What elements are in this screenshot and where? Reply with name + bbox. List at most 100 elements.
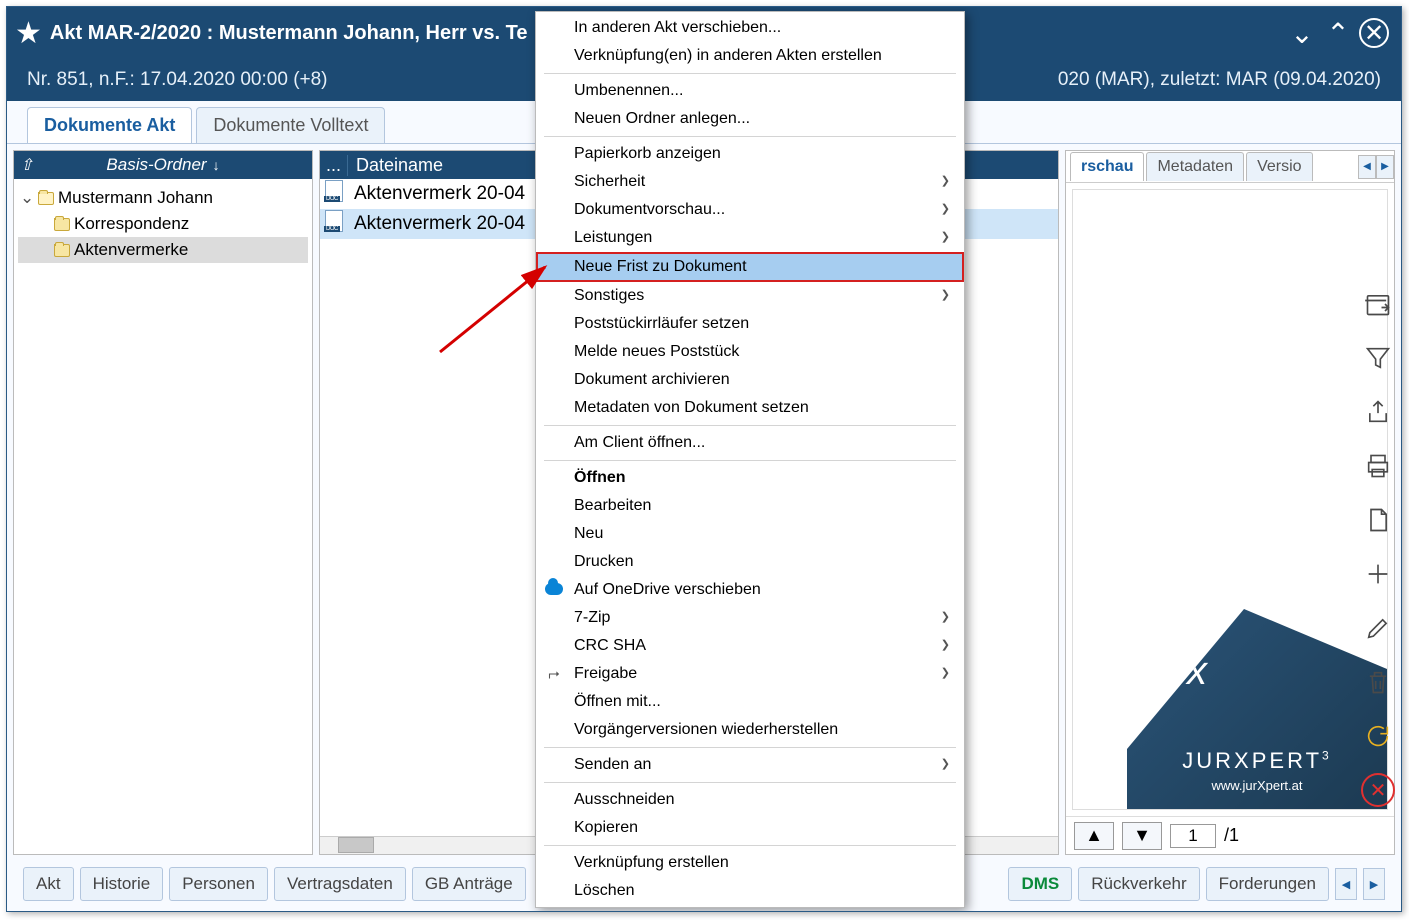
onedrive-icon — [545, 583, 563, 595]
ctx-new[interactable]: Neu — [536, 520, 964, 548]
document-preview: x JURXPERT3 www.jurXpert.at — [1072, 189, 1388, 810]
separator — [544, 136, 956, 137]
ctx-sonstiges[interactable]: Sonstiges — [536, 282, 964, 310]
tree-item-aktenvermerke[interactable]: Aktenvermerke — [18, 237, 308, 263]
ctx-cut[interactable]: Ausschneiden — [536, 786, 964, 814]
tree-item-korrespondenz[interactable]: Korrespondenz — [18, 211, 308, 237]
ctx-security[interactable]: Sicherheit — [536, 168, 964, 196]
btabs-scroll-left[interactable]: ◀ — [1335, 868, 1357, 900]
logo-url: www.jurXpert.at — [1211, 778, 1302, 793]
ctx-create-links[interactable]: Verknüpfung(en) in anderen Akten erstell… — [536, 42, 964, 70]
separator — [544, 460, 956, 461]
last-modified-info: 020 (MAR), zuletzt: MAR (09.04.2020) — [1058, 69, 1381, 91]
ctx-new-folder[interactable]: Neuen Ordner anlegen... — [536, 105, 964, 133]
right-toolbar: ✕ — [1361, 287, 1395, 807]
tree-root-label: Mustermann Johann — [58, 188, 213, 208]
tree-item-label: Aktenvermerke — [74, 240, 188, 260]
ctx-send-to[interactable]: Senden an — [536, 751, 964, 779]
scrollbar-thumb[interactable] — [338, 837, 374, 853]
tab-metadaten[interactable]: Metadaten — [1146, 152, 1244, 181]
collapse-icon[interactable]: ⌄ — [20, 188, 34, 208]
cancel-button[interactable]: ✕ — [1361, 773, 1395, 807]
calendar-export-icon[interactable] — [1361, 287, 1395, 321]
doc-icon — [325, 180, 343, 202]
ctx-freigabe-label: Freigabe — [574, 665, 637, 682]
favorite-star-icon[interactable]: ★ — [15, 16, 42, 51]
dropdown-arrow-icon[interactable]: ↓ — [213, 157, 220, 173]
chevron-down-icon[interactable]: ⌄ — [1287, 18, 1317, 48]
ctx-move-to-onedrive[interactable]: Auf OneDrive verschieben — [536, 576, 964, 604]
column-head-icon[interactable]: ... — [320, 155, 348, 176]
tab-vorschau[interactable]: rschau — [1070, 152, 1144, 181]
ctx-7zip[interactable]: 7-Zip — [536, 604, 964, 632]
tab-dokumente-akt[interactable]: Dokumente Akt — [27, 107, 192, 143]
ctx-archive-document[interactable]: Dokument archivieren — [536, 366, 964, 394]
ctx-edit[interactable]: Bearbeiten — [536, 492, 964, 520]
folder-path-header[interactable]: ⇧ Basis-Ordner ↓ — [14, 151, 312, 179]
filter-icon[interactable] — [1361, 341, 1395, 375]
pager-next-button[interactable]: ▼ — [1122, 822, 1162, 850]
folder-icon — [38, 192, 54, 205]
ctx-print[interactable]: Drucken — [536, 548, 964, 576]
column-head-dateiname[interactable]: Dateiname — [348, 155, 443, 176]
ctx-doc-preview[interactable]: Dokumentvorschau... — [536, 196, 964, 224]
ctx-copy[interactable]: Kopieren — [536, 814, 964, 842]
pager-total-label: /1 — [1224, 825, 1239, 846]
btab-forderungen[interactable]: Forderungen — [1206, 867, 1329, 901]
ctx-rename[interactable]: Umbenennen... — [536, 77, 964, 105]
separator — [544, 845, 956, 846]
print-icon[interactable] — [1361, 449, 1395, 483]
btab-akt[interactable]: Akt — [23, 867, 74, 901]
btab-historie[interactable]: Historie — [80, 867, 164, 901]
tab-dokumente-volltext[interactable]: Dokumente Volltext — [196, 107, 385, 143]
separator — [544, 73, 956, 74]
file-name-cell: Aktenvermerk 20-04 — [348, 183, 525, 205]
ctx-neue-frist[interactable]: Neue Frist zu Dokument — [536, 252, 964, 282]
ctx-open[interactable]: Öffnen — [536, 464, 964, 492]
doc-icon — [325, 210, 343, 232]
close-window-button[interactable]: ✕ — [1359, 18, 1389, 48]
ctx-melde-poststuck[interactable]: Melde neues Poststück — [536, 338, 964, 366]
btab-gb-antraege[interactable]: GB Anträge — [412, 867, 526, 901]
ctx-set-metadata[interactable]: Metadaten von Dokument setzen — [536, 394, 964, 422]
refresh-icon[interactable] — [1361, 719, 1395, 753]
chevron-up-icon[interactable]: ⌃ — [1323, 18, 1353, 48]
trash-icon[interactable] — [1361, 665, 1395, 699]
tabs-scroll-left-button[interactable]: ◀ — [1358, 155, 1376, 179]
tabs-scroll-right-button[interactable]: ▶ — [1376, 155, 1394, 179]
share-icon: ⮣ — [544, 663, 564, 683]
share-icon[interactable] — [1361, 395, 1395, 429]
folder-tree-panel: ⇧ Basis-Ordner ↓ ⌄ Mustermann Johann Kor… — [13, 150, 313, 855]
separator — [544, 782, 956, 783]
btab-personen[interactable]: Personen — [169, 867, 268, 901]
pager-page-input[interactable] — [1170, 824, 1216, 848]
ctx-open-on-client[interactable]: Am Client öffnen... — [536, 429, 964, 457]
ctx-leistungen[interactable]: Leistungen — [536, 224, 964, 252]
ctx-restore-versions[interactable]: Vorgängerversionen wiederherstellen — [536, 716, 964, 744]
btab-ruckverkehr[interactable]: Rückverkehr — [1078, 867, 1199, 901]
context-menu: In anderen Akt verschieben... Verknüpfun… — [535, 11, 965, 908]
ctx-freigabe[interactable]: ⮣ Freigabe — [536, 660, 964, 688]
separator — [544, 425, 956, 426]
ctx-move-to-other-case[interactable]: In anderen Akt verschieben... — [536, 14, 964, 42]
ctx-create-shortcut[interactable]: Verknüpfung erstellen — [536, 849, 964, 877]
ctx-open-with[interactable]: Öffnen mit... — [536, 688, 964, 716]
ctx-recycle-bin[interactable]: Papierkorb anzeigen — [536, 140, 964, 168]
preview-tabs: rschau Metadaten Versio ◀ ▶ — [1066, 151, 1394, 183]
btabs-scroll-right[interactable]: ▶ — [1363, 868, 1385, 900]
nav-up-icon[interactable]: ⇧ — [20, 155, 33, 175]
tree-item-label: Korrespondenz — [74, 214, 189, 234]
ctx-delete[interactable]: Löschen — [536, 877, 964, 905]
ctx-poststuck-irrlauf[interactable]: Poststückirrläufer setzen — [536, 310, 964, 338]
tree-root-item[interactable]: ⌄ Mustermann Johann — [18, 185, 308, 211]
btab-dms[interactable]: DMS — [1008, 867, 1072, 901]
logo-sup: 3 — [1322, 749, 1332, 763]
add-icon[interactable] — [1361, 557, 1395, 591]
preview-pager: ▲ ▼ /1 — [1066, 816, 1394, 854]
btab-vertragsdaten[interactable]: Vertragsdaten — [274, 867, 406, 901]
new-doc-icon[interactable] — [1361, 503, 1395, 537]
ctx-crc-sha[interactable]: CRC SHA — [536, 632, 964, 660]
edit-icon[interactable] — [1361, 611, 1395, 645]
pager-prev-button[interactable]: ▲ — [1074, 822, 1114, 850]
tab-versionen[interactable]: Versio — [1246, 152, 1312, 181]
